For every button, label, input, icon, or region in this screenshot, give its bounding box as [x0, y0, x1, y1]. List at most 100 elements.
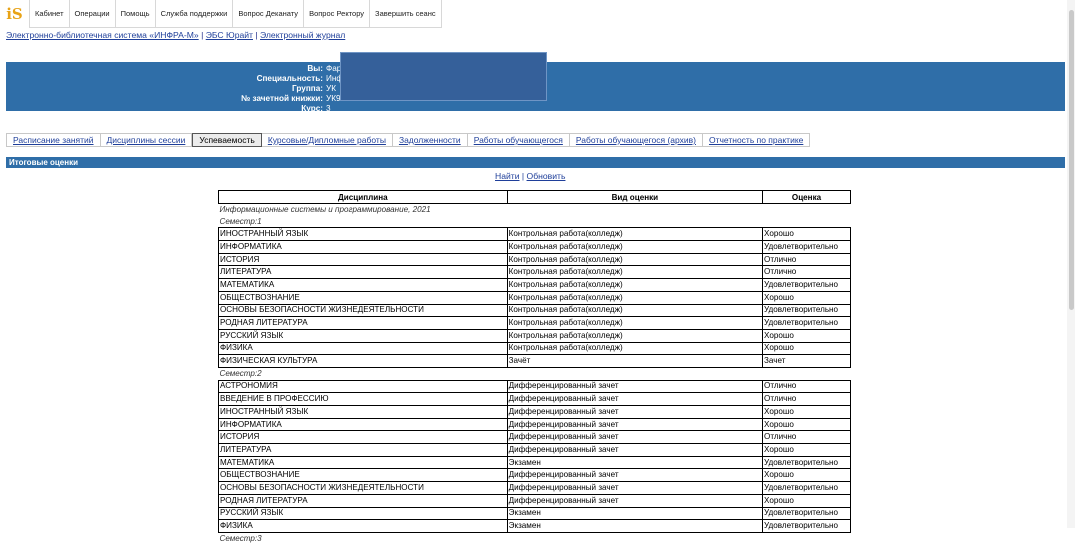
- link-separator: |: [201, 30, 204, 40]
- grade-cell: Удовлетворительно: [762, 316, 851, 330]
- semester-row-label: Семестр:1: [219, 216, 262, 226]
- table-row: ЛИТЕРАТУРА Контрольная работа(колледж) Отл…: [218, 265, 851, 280]
- external-links: Электронно-библиотечная система «ИНФРА-М…: [6, 30, 345, 40]
- program-row: Информационные системы и программировани…: [219, 204, 851, 216]
- grade-cell: Удовлетворительно: [762, 303, 851, 318]
- field-value: УК: [326, 84, 336, 93]
- tab-practice-reports[interactable]: Отчетность по практике: [703, 134, 809, 146]
- discipline-cell: МАТЕМАТИКА: [218, 455, 508, 470]
- assessment-type-cell: Зачёт: [506, 354, 764, 368]
- assessment-type-cell: Дифференцированный зачет: [506, 379, 764, 394]
- grades-table: Дисциплина Вид оценки Оценка Информацион…: [218, 190, 851, 545]
- grade-cell: Удовлетворительно: [762, 240, 851, 254]
- field-value: Фар: [326, 64, 342, 73]
- assessment-type-cell: Контрольная работа(колледж): [506, 328, 764, 343]
- assessment-type-cell: Дифференцированный зачет: [506, 392, 764, 406]
- nav-question-rector[interactable]: Вопрос Ректору: [304, 0, 371, 28]
- discipline-cell: ОСНОВЫ БЕЗОПАСНОСТИ ЖИЗНЕДЕЯТЕЛЬНОСТИ: [218, 481, 508, 495]
- column-header-discipline: Дисциплина: [218, 190, 508, 204]
- assessment-type-cell: Контрольная работа(колледж): [506, 316, 764, 330]
- grade-cell: Хорошо: [762, 341, 851, 356]
- grade-cell: Отлично: [762, 392, 851, 406]
- table-row: АСТРОНОМИЯ Дифференцированный зачет Отличн…: [218, 379, 851, 394]
- table-row: ИСТОРИЯ Дифференцированный зачет Отлично: [218, 430, 851, 445]
- semester-row: Семестр:3: [219, 532, 851, 544]
- tab-schedule[interactable]: Расписание занятий: [7, 134, 101, 146]
- discipline-cell: ФИЗИКА: [218, 341, 508, 356]
- refresh-link[interactable]: Обновить: [527, 171, 566, 181]
- discipline-cell: АСТРОНОМИЯ: [218, 379, 508, 394]
- discipline-cell: ФИЗИЧЕСКАЯ КУЛЬТУРА: [218, 354, 508, 368]
- field-label: Группа:: [292, 84, 323, 93]
- link-urait[interactable]: ЭБС Юрайт: [206, 30, 253, 40]
- table-row: МАТЕМАТИКА Экзамен Удовлетворительно: [218, 455, 851, 470]
- assessment-type-cell: Экзамен: [506, 455, 764, 470]
- tab-coursework[interactable]: Курсовые/Дипломные работы: [262, 134, 393, 146]
- table-row: ЛИТЕРАТУРА Дифференцированный зачет Хорошо: [218, 443, 851, 457]
- find-link[interactable]: Найти: [495, 171, 520, 181]
- program-row-label: Информационные системы и программировани…: [219, 204, 431, 214]
- assessment-type-cell: Дифференцированный зачет: [506, 493, 764, 508]
- assessment-type-cell: Экзамен: [506, 519, 764, 533]
- table-row: ФИЗИЧЕСКАЯ КУЛЬТУРА Зачёт Зачет: [218, 354, 851, 368]
- grade-cell: Хорошо: [762, 493, 851, 508]
- site-logo[interactable]: iS: [0, 0, 29, 28]
- table-row: ВВЕДЕНИЕ В ПРОФЕССИЮ Дифференцированный з…: [218, 392, 851, 406]
- scrollbar-thumb[interactable]: [1069, 10, 1074, 310]
- tab-student-works[interactable]: Работы обучающегося: [468, 134, 570, 146]
- nav-support[interactable]: Служба поддержки: [155, 0, 234, 28]
- table-row: ИНОСТРАННЫЙ ЯЗЫК Контрольная работа(колле…: [218, 227, 851, 242]
- top-navigation: iS Кабинет Операции Помощь Служба поддер…: [0, 0, 442, 28]
- tab-session-disciplines[interactable]: Дисциплины сессии: [101, 134, 193, 146]
- field-label: Курс:: [301, 104, 323, 113]
- nav-question-dean[interactable]: Вопрос Деканату: [233, 0, 305, 28]
- table-row: РУССКИЙ ЯЗЫК Контрольная работа(колледж) Х…: [218, 328, 851, 343]
- discipline-cell: ИНФОРМАТИКА: [218, 417, 508, 432]
- tab-student-works-archive[interactable]: Работы обучающегося (архив): [570, 134, 703, 146]
- table-row: ФИЗИКА Экзамен Удовлетворительно: [218, 519, 851, 533]
- tab-performance[interactable]: Успеваемость: [192, 133, 262, 147]
- assessment-type-cell: Контрольная работа(колледж): [506, 265, 764, 280]
- grade-cell: Удовлетворительно: [762, 481, 851, 495]
- field-label: № зачетной книжки:: [241, 94, 323, 103]
- grades-table-body: Информационные системы и программировани…: [218, 204, 851, 545]
- table-row: ОБЩЕСТВОЗНАНИЕ Дифференцированный зачет Хо…: [218, 468, 851, 483]
- vertical-scrollbar[interactable]: [1067, 0, 1075, 528]
- nav-operations[interactable]: Операции: [69, 0, 116, 28]
- discipline-cell: ОБЩЕСТВОЗНАНИЕ: [218, 468, 508, 483]
- student-name-row: Вы: Фар: [6, 64, 349, 74]
- semester-row: Семестр:1: [219, 216, 851, 228]
- assessment-type-cell: Дифференцированный зачет: [506, 468, 764, 483]
- discipline-cell: МАТЕМАТИКА: [218, 278, 508, 292]
- assessment-type-cell: Контрольная работа(колледж): [506, 227, 764, 242]
- student-info: Вы: Фар Специальность: Инф Группа: УК № зач…: [6, 64, 349, 114]
- nav-end-session[interactable]: Завершить сеанс: [370, 0, 442, 28]
- assessment-type-cell: Контрольная работа(колледж): [506, 303, 764, 318]
- grade-cell: Отлично: [762, 265, 851, 280]
- link-infra-m[interactable]: Электронно-библиотечная система «ИНФРА-М…: [6, 30, 199, 40]
- table-row: РУССКИЙ ЯЗЫК Экзамен Удовлетворительно: [218, 506, 851, 521]
- redaction-overlay: [340, 52, 547, 101]
- field-label: Вы:: [307, 64, 323, 73]
- discipline-cell: ИНОСТРАННЫЙ ЯЗЫК: [218, 227, 508, 242]
- discipline-cell: ИСТОРИЯ: [218, 252, 508, 267]
- discipline-cell: РОДНАЯ ЛИТЕРАТУРА: [218, 493, 508, 508]
- nav-cabinet[interactable]: Кабинет: [29, 0, 70, 28]
- table-header-row: Дисциплина Вид оценки Оценка: [218, 190, 851, 204]
- assessment-type-cell: Контрольная работа(колледж): [506, 240, 764, 254]
- nav-help[interactable]: Помощь: [115, 0, 156, 28]
- discipline-cell: ИСТОРИЯ: [218, 430, 508, 445]
- table-row: ИНФОРМАТИКА Дифференцированный зачет Хорош…: [218, 417, 851, 432]
- grade-cell: Отлично: [762, 252, 851, 267]
- grade-cell: Отлично: [762, 430, 851, 445]
- action-separator: |: [521, 171, 525, 181]
- tab-debts[interactable]: Задолженности: [393, 134, 468, 146]
- table-row: ФИЗИКА Контрольная работа(колледж) Хорошо: [218, 341, 851, 356]
- grade-cell: Удовлетворительно: [762, 519, 851, 533]
- assessment-type-cell: Контрольная работа(колледж): [506, 290, 764, 305]
- discipline-cell: ИНОСТРАННЫЙ ЯЗЫК: [218, 405, 508, 419]
- assessment-type-cell: Экзамен: [506, 506, 764, 521]
- field-value: УК9: [326, 94, 341, 103]
- table-row: РОДНАЯ ЛИТЕРАТУРА Контрольная работа(колл…: [218, 316, 851, 330]
- link-e-journal[interactable]: Электронный журнал: [260, 30, 345, 40]
